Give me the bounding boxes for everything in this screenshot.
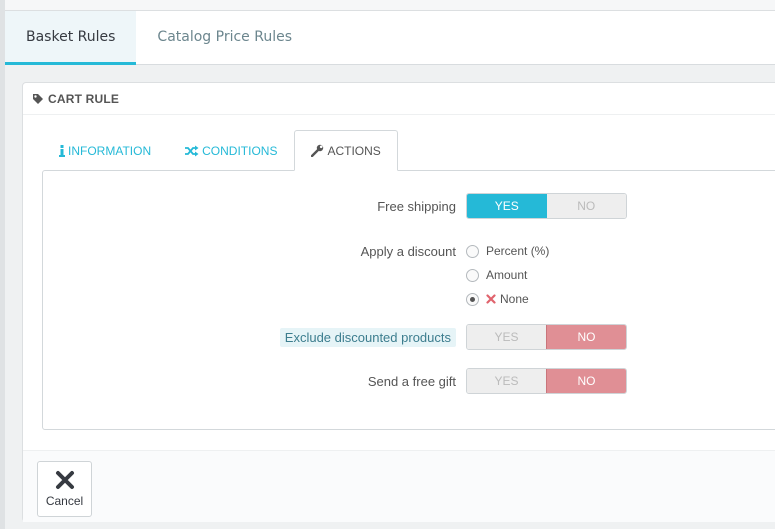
tab-catalog-price-rules[interactable]: Catalog Price Rules bbox=[136, 11, 313, 65]
discount-option-amount-label: Amount bbox=[486, 268, 528, 282]
exclude-discounted-label: Exclude discounted products bbox=[279, 328, 456, 347]
discount-option-percent[interactable]: Percent (%) bbox=[466, 239, 549, 263]
apply-discount-label: Apply a discount bbox=[360, 244, 456, 259]
tab-conditions[interactable]: CONDITIONS bbox=[168, 130, 294, 170]
tag-icon bbox=[33, 93, 43, 104]
tab-basket-rules[interactable]: Basket Rules bbox=[5, 11, 137, 65]
cancel-button[interactable]: Cancel bbox=[37, 461, 92, 517]
sub-tabs: INFORMATION CONDITIONS ACTIONS bbox=[42, 130, 398, 171]
discount-option-percent-label: Percent (%) bbox=[486, 244, 550, 258]
free-shipping-no[interactable]: NO bbox=[546, 194, 626, 218]
discount-option-amount[interactable]: Amount bbox=[466, 263, 549, 287]
close-icon bbox=[486, 294, 496, 304]
page-tabs: Basket Rules Catalog Price Rules bbox=[5, 11, 775, 65]
free-gift-no[interactable]: NO bbox=[546, 369, 626, 393]
panel-title: CART RULE bbox=[48, 91, 120, 106]
discount-option-none-label: None bbox=[500, 292, 529, 306]
info-icon bbox=[59, 144, 65, 157]
exclude-discounted-switch[interactable]: YES NO bbox=[466, 324, 627, 350]
top-strip bbox=[5, 0, 775, 11]
radio-none[interactable] bbox=[466, 292, 479, 306]
left-rail bbox=[0, 0, 5, 529]
panel-footer: Cancel bbox=[23, 450, 775, 522]
wrench-icon bbox=[311, 144, 324, 157]
tab-information[interactable]: INFORMATION bbox=[42, 130, 168, 170]
actions-form: Free shipping YES NO Apply a discount Pe… bbox=[42, 170, 775, 430]
tab-actions-label: ACTIONS bbox=[327, 143, 381, 158]
radio-amount[interactable] bbox=[466, 268, 479, 282]
exclude-discounted-row: Exclude discounted products YES NO bbox=[43, 324, 643, 352]
free-gift-label: Send a free gift bbox=[367, 374, 456, 389]
free-shipping-yes[interactable]: YES bbox=[467, 194, 547, 218]
free-gift-row: Send a free gift YES NO bbox=[43, 368, 643, 396]
tab-actions[interactable]: ACTIONS bbox=[294, 130, 398, 171]
free-gift-switch[interactable]: YES NO bbox=[466, 368, 627, 394]
close-icon bbox=[55, 471, 74, 489]
tab-information-label: INFORMATION bbox=[68, 143, 152, 158]
shuffle-icon bbox=[185, 145, 199, 156]
panel-heading: CART RULE bbox=[23, 83, 775, 115]
free-gift-yes[interactable]: YES bbox=[467, 369, 546, 393]
free-shipping-label: Free shipping bbox=[377, 199, 456, 214]
cancel-label: Cancel bbox=[45, 494, 84, 508]
radio-percent[interactable] bbox=[466, 244, 479, 258]
apply-discount-row: Apply a discount Percent (%) Amount None bbox=[43, 239, 643, 313]
exclude-discounted-yes[interactable]: YES bbox=[467, 325, 546, 349]
free-shipping-switch[interactable]: YES NO bbox=[466, 193, 627, 219]
exclude-discounted-no[interactable]: NO bbox=[546, 325, 626, 349]
apply-discount-options: Percent (%) Amount None bbox=[466, 239, 549, 311]
discount-option-none[interactable]: None bbox=[466, 287, 549, 311]
cart-rule-panel: CART RULE INFORMATION CONDITIONS ACTIONS… bbox=[22, 82, 775, 522]
tab-conditions-label: CONDITIONS bbox=[202, 143, 278, 158]
free-shipping-row: Free shipping YES NO bbox=[43, 193, 643, 221]
